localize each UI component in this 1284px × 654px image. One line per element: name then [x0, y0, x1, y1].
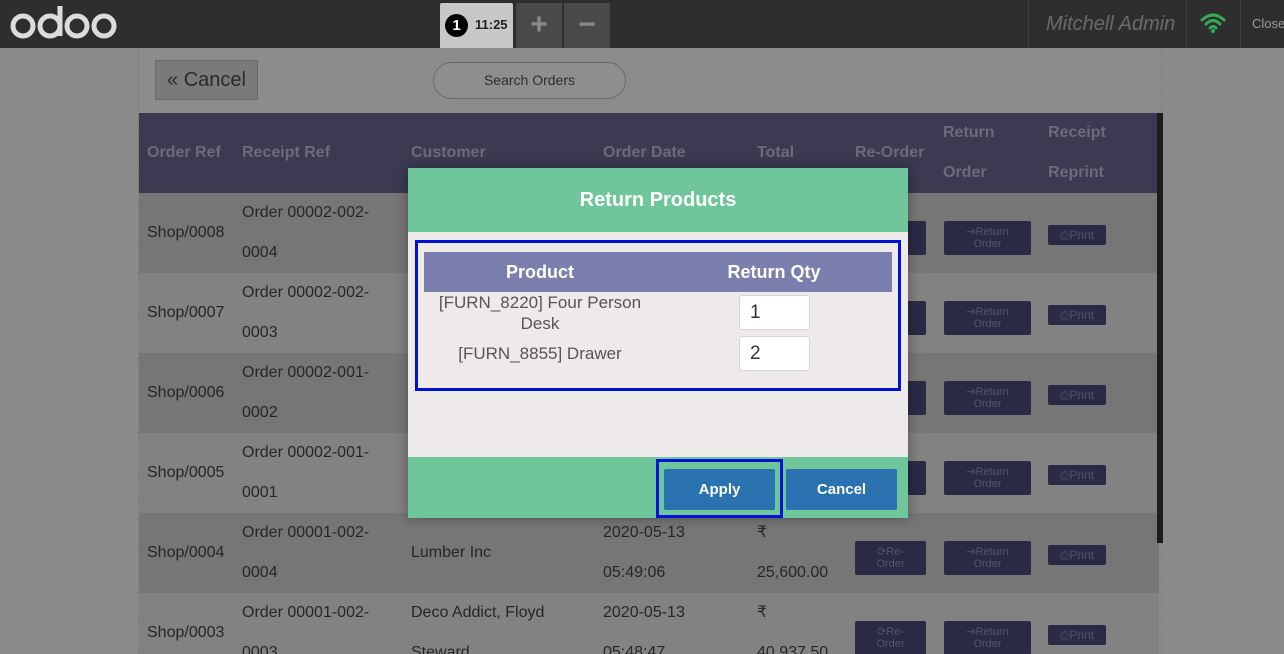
- return-products-modal: Return Products Product Return Qty [FURN…: [408, 168, 908, 518]
- order-time: 05:48:47: [603, 644, 666, 654]
- receipt-ref: 0002: [242, 404, 278, 421]
- print-button[interactable]: ⎙Print: [1048, 465, 1106, 485]
- customer: Lumber Inc: [411, 544, 492, 561]
- col-receipt-reprint: Receipt: [1048, 124, 1106, 141]
- col-product: Product: [505, 262, 574, 282]
- return-order-button[interactable]: ⇥Return Order: [944, 221, 1031, 255]
- col-customer: Customer: [411, 144, 486, 161]
- reorder-button[interactable]: ⟳Re- Order: [855, 621, 926, 654]
- modal-cancel-button[interactable]: Cancel: [786, 469, 897, 510]
- col-receipt-reprint: Reprint: [1048, 164, 1104, 181]
- col-total: Total: [757, 144, 795, 161]
- separator: [1240, 0, 1241, 48]
- product-name: [FURN_8220] Four Person Desk: [438, 293, 642, 333]
- col-reorder: Re-Order: [855, 144, 925, 161]
- cancel-button[interactable]: « Cancel: [155, 60, 258, 100]
- table-row[interactable]: Shop/0003 Order 00001-002- 0003 Deco Add…: [139, 593, 1159, 654]
- order-total: 40,937.50: [757, 644, 829, 654]
- print-button[interactable]: ⎙Print: [1048, 625, 1106, 645]
- receipt-ref: Order 00002-001-: [242, 364, 370, 381]
- receipt-ref: 0003: [242, 644, 278, 654]
- wifi-icon: [1200, 13, 1226, 33]
- user-name[interactable]: Mitchell Admin: [1046, 13, 1175, 36]
- print-button[interactable]: ⎙Print: [1048, 385, 1106, 405]
- order-ref: Shop/0005: [147, 464, 225, 481]
- return-qty-input[interactable]: 1: [739, 295, 810, 330]
- return-order-button[interactable]: ⇥Return Order: [944, 461, 1031, 495]
- order-ref: Shop/0004: [147, 544, 225, 561]
- return-order-button[interactable]: ⇥Return Order: [944, 621, 1031, 654]
- table-row[interactable]: Shop/0004 Order 00001-002- 0004 Lumber I…: [139, 513, 1159, 593]
- order-time: 05:49:06: [603, 564, 666, 581]
- col-order-date: Order Date: [603, 144, 686, 161]
- receipt-ref: 0004: [242, 564, 278, 581]
- col-return-order: Return: [943, 124, 995, 141]
- order-ref: Shop/0007: [147, 304, 225, 321]
- order-total: 25,600.00: [757, 564, 829, 581]
- reorder-button[interactable]: ⟳Re- Order: [855, 541, 926, 575]
- print-button[interactable]: ⎙Print: [1048, 305, 1106, 325]
- order-tab[interactable]: 1 11:25: [440, 3, 513, 48]
- order-number-badge: 1: [445, 14, 468, 37]
- order-ref: Shop/0003: [147, 624, 225, 641]
- remove-order-button[interactable]: −: [564, 3, 610, 48]
- order-date: 2020-05-13: [603, 604, 685, 621]
- receipt-ref: Order 00001-002-: [242, 524, 370, 541]
- receipt-ref: Order 00001-002-: [242, 604, 370, 621]
- customer: Deco Addict, Floyd: [411, 604, 545, 621]
- col-receipt-ref: Receipt Ref: [242, 144, 331, 161]
- scrollbar[interactable]: [1157, 113, 1163, 543]
- receipt-ref: Order 00002-001-: [242, 444, 370, 461]
- currency-symbol: ₹: [757, 524, 768, 541]
- col-order-ref: Order Ref: [147, 144, 221, 161]
- order-time: 11:25: [475, 17, 508, 32]
- col-return-order: Order: [943, 164, 987, 181]
- return-order-button[interactable]: ⇥Return Order: [944, 301, 1031, 335]
- receipt-ref: 0001: [242, 484, 278, 501]
- order-ref: Shop/0008: [147, 224, 225, 241]
- return-table-header: Product Return Qty: [424, 252, 892, 292]
- separator: [1028, 0, 1029, 48]
- separator: [1186, 0, 1187, 48]
- odoo-logo: [10, 6, 117, 39]
- add-order-button[interactable]: +: [516, 3, 562, 48]
- product-name: [FURN_8855] Drawer: [458, 344, 622, 363]
- return-qty-input[interactable]: 2: [739, 336, 810, 371]
- print-button[interactable]: ⎙Print: [1048, 545, 1106, 565]
- return-order-button[interactable]: ⇥Return Order: [944, 541, 1031, 575]
- receipt-ref: 0004: [242, 244, 278, 261]
- receipt-ref: Order 00002-002-: [242, 204, 370, 221]
- customer: Steward: [411, 644, 470, 654]
- print-button[interactable]: ⎙Print: [1048, 225, 1106, 245]
- top-bar: 1 11:25 + − Mitchell Admin Close: [0, 0, 1284, 48]
- order-ref: Shop/0006: [147, 384, 225, 401]
- search-input[interactable]: Search Orders: [433, 62, 626, 99]
- receipt-ref: Order 00002-002-: [242, 284, 370, 301]
- close-button[interactable]: Close: [1252, 16, 1284, 31]
- modal-title: Return Products: [408, 168, 908, 232]
- currency-symbol: ₹: [757, 604, 768, 621]
- return-order-button[interactable]: ⇥Return Order: [944, 381, 1031, 415]
- receipt-ref: 0003: [242, 324, 278, 341]
- order-date: 2020-05-13: [603, 524, 685, 541]
- apply-button[interactable]: Apply: [664, 469, 775, 510]
- col-return-qty: Return Qty: [727, 262, 821, 282]
